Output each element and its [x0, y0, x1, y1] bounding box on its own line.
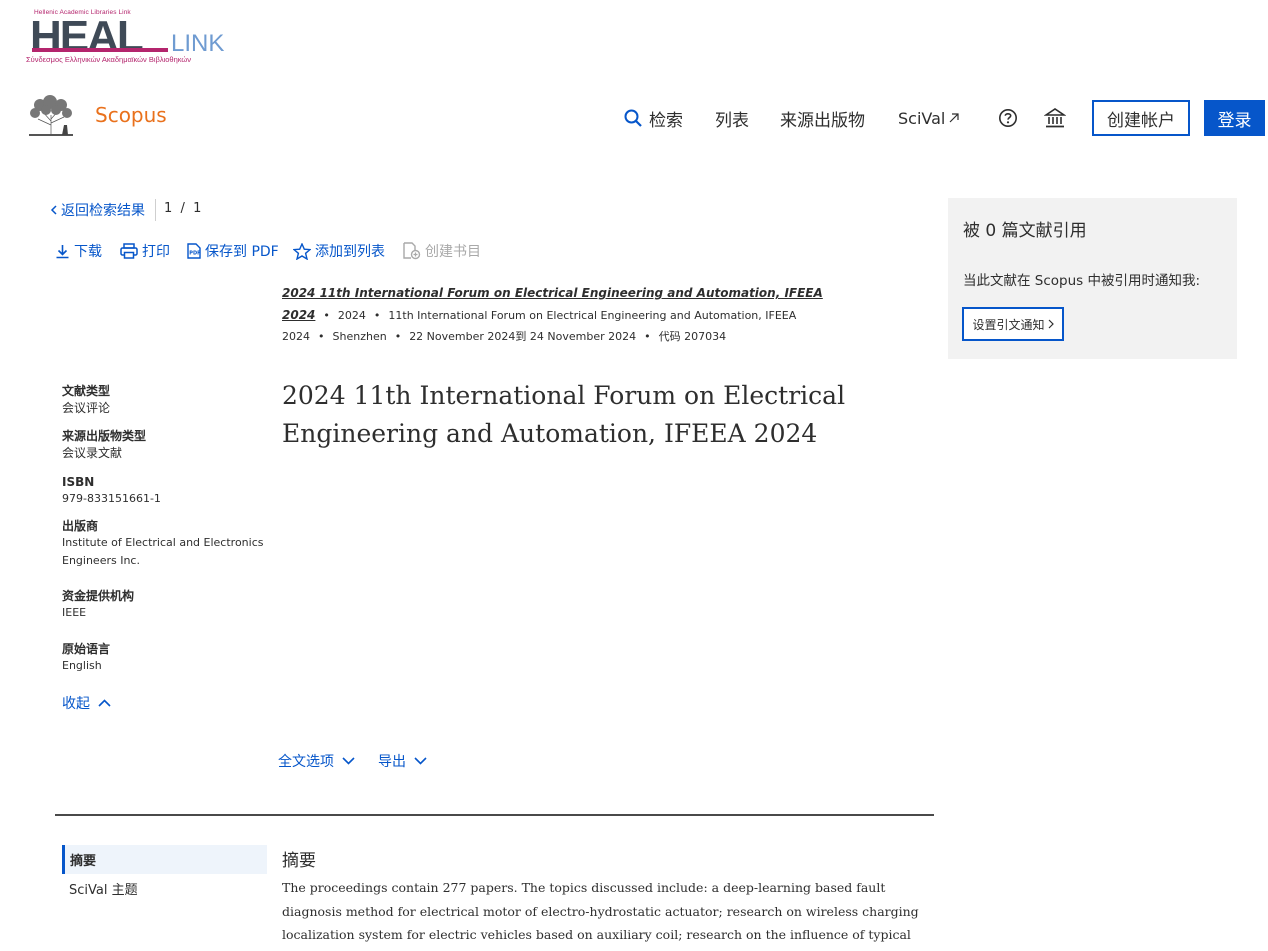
collapse-button[interactable]: 收起 — [62, 693, 111, 713]
cited-by-heading: 被 0 篇文献引用 — [963, 221, 1087, 241]
section-divider — [55, 814, 934, 816]
full-text-options-label: 全文选项 — [278, 754, 334, 770]
heal-tagline-bottom: Σύνδεσμος Ελληνικών Ακαδημαϊκών Βιβλιοθη… — [26, 55, 192, 64]
nav-sources[interactable]: 来源出版物 — [780, 104, 865, 132]
nav-scival[interactable]: SciVal — [898, 104, 959, 132]
heal-logo-text: HEAL — [30, 12, 144, 61]
isbn-value: 979-833151661-1 — [62, 492, 161, 505]
language-label: 原始语言 — [62, 642, 111, 656]
isbn-label: ISBN — [62, 475, 95, 489]
source-dates: 22 November 2024到 24 November 2024 — [409, 330, 637, 343]
add-to-list-label: 添加到列表 — [315, 244, 385, 260]
nav-search[interactable]: 检索 — [624, 104, 683, 132]
nav-search-label: 检索 — [649, 110, 683, 131]
nav-lists[interactable]: 列表 — [715, 104, 749, 132]
help-icon[interactable] — [998, 108, 1018, 128]
back-divider — [155, 199, 156, 221]
set-citation-alert-label: 设置引文通知 — [972, 317, 1045, 332]
side-nav-scival-topics[interactable]: SciVal 主题 — [69, 879, 138, 898]
source-info: 2024 11th International Forum on Electri… — [282, 286, 823, 343]
citation-notify-text: 当此文献在 Scopus 中被引用时通知我: — [963, 273, 1201, 289]
result-pager: 1 / 1 — [164, 201, 202, 216]
meta-funder: 资金提供机构 IEEE — [62, 588, 272, 622]
download-icon — [56, 244, 69, 258]
pdf-icon: PDF — [187, 243, 201, 259]
download-label: 下载 — [74, 244, 102, 260]
meta-language: 原始语言 English — [62, 641, 272, 675]
svg-text:PDF: PDF — [189, 251, 200, 257]
star-icon — [293, 242, 311, 260]
create-account-button[interactable]: 创建帐户 — [1092, 100, 1190, 136]
back-to-results-label: 返回检索结果 — [61, 203, 145, 219]
heal-logo-suffix: LINK — [171, 30, 225, 57]
elsevier-tree-logo-icon[interactable] — [26, 95, 76, 139]
source-code: 代码 207034 — [658, 330, 727, 343]
source-year: 2024 — [337, 308, 366, 322]
login-button[interactable]: 登录 — [1204, 100, 1265, 136]
save-pdf-button[interactable]: PDF 保存到 PDF — [187, 242, 279, 260]
meta-publisher: 出版商 Institute of Electrical and Electron… — [62, 518, 272, 570]
language-value: English — [62, 659, 102, 672]
citations-panel: 被 0 篇文献引用 当此文献在 Scopus 中被引用时通知我: 设置引文通知 — [948, 198, 1237, 359]
print-button[interactable]: 打印 — [120, 242, 170, 260]
document-title: 2024 11th International Forum on Electri… — [282, 381, 846, 448]
chevron-up-icon — [98, 699, 111, 707]
chevron-down-icon — [342, 757, 355, 765]
download-button[interactable]: 下载 — [55, 242, 102, 260]
abstract-text: The proceedings contain 277 papers. The … — [282, 880, 919, 951]
meta-source-type: 来源出版物类型 会议录文献 — [62, 428, 272, 462]
bibliography-icon — [403, 242, 421, 260]
chevron-left-icon — [50, 205, 57, 215]
add-to-list-button[interactable]: 添加到列表 — [293, 242, 385, 260]
funder-value: IEEE — [62, 606, 87, 619]
scopus-brand[interactable]: Scopus — [95, 103, 167, 127]
institution-icon[interactable] — [1044, 107, 1066, 129]
chevron-down-icon — [414, 757, 427, 765]
save-pdf-label: 保存到 PDF — [205, 244, 279, 260]
create-bibliography-label: 创建书目 — [425, 244, 481, 260]
chevron-right-icon — [1048, 319, 1054, 329]
create-bibliography-button: 创建书目 — [403, 242, 481, 260]
publisher-value: Institute of Electrical and Electronics … — [62, 536, 264, 567]
export-button[interactable]: 导出 — [378, 751, 427, 771]
doc-type-value: 会议评论 — [62, 401, 111, 415]
external-link-icon — [949, 113, 959, 123]
abstract-heading: 摘要 — [282, 851, 316, 871]
print-label: 打印 — [142, 244, 170, 260]
source-type-value: 会议录文献 — [62, 446, 123, 460]
printer-icon — [120, 243, 138, 259]
doc-type-label: 文献类型 — [62, 384, 111, 398]
set-citation-alert-button[interactable]: 设置引文通知 — [962, 307, 1064, 341]
search-icon — [624, 109, 642, 127]
funder-label: 资金提供机构 — [62, 589, 135, 603]
full-text-options-button[interactable]: 全文选项 — [278, 751, 355, 771]
back-to-results-link[interactable]: 返回检索结果 — [50, 200, 145, 220]
heal-link-logo[interactable]: Hellenic Academic Libraries Link HEAL LI… — [26, 9, 225, 67]
meta-doc-type: 文献类型 会议评论 — [62, 383, 272, 417]
meta-isbn: ISBN 979-833151661-1 — [62, 474, 272, 508]
side-nav-abstract[interactable]: 摘要 — [62, 845, 267, 874]
source-type-label: 来源出版物类型 — [62, 429, 147, 443]
publisher-label: 出版商 — [62, 519, 99, 533]
nav-scival-label: SciVal — [898, 108, 946, 128]
heal-logo-bar — [32, 48, 168, 52]
source-location: Shenzhen — [332, 330, 387, 343]
export-label: 导出 — [378, 754, 406, 770]
collapse-label: 收起 — [62, 696, 90, 712]
